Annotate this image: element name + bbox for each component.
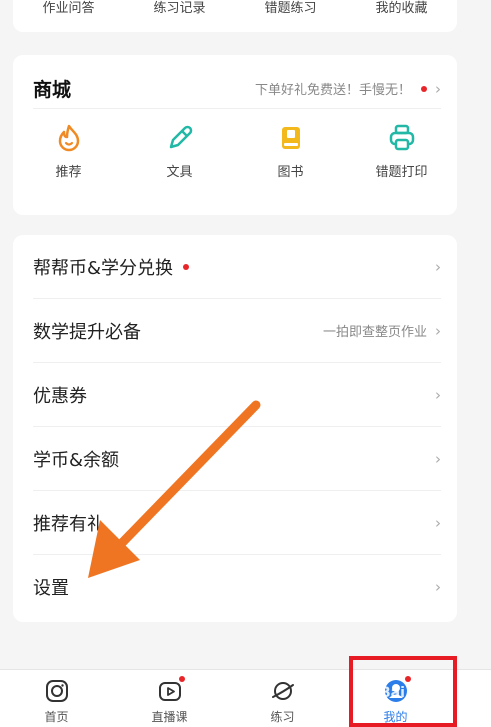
- shortcut-homework-qa[interactable]: 作业问答: [13, 0, 124, 16]
- planet-icon: [271, 682, 294, 700]
- tab-home[interactable]: 首页: [0, 670, 113, 727]
- tab-label: 我的: [383, 710, 408, 724]
- flame-icon: [58, 124, 79, 152]
- shop-item-label: 推荐: [55, 165, 82, 180]
- tab-badge: [405, 676, 411, 682]
- shop-item-label: 图书: [277, 165, 304, 180]
- tab-label: 首页: [44, 710, 69, 724]
- shortcut-practice-record[interactable]: 练习记录: [124, 0, 235, 16]
- menu-badge: [183, 263, 190, 270]
- menu-item-hint: 一拍即查整页作业: [322, 325, 427, 340]
- menu-item-label: 设置: [33, 578, 69, 599]
- chevron-right-icon: ›: [435, 449, 441, 468]
- live-video-icon: [158, 682, 181, 701]
- shop-header[interactable]: 商城 下单好礼免费送！手慢无！ ›: [33, 69, 441, 109]
- pencil-icon: [169, 125, 192, 149]
- menu-item-coupons[interactable]: 优惠券 ›: [33, 363, 441, 427]
- tab-live[interactable]: 直播课: [113, 670, 226, 727]
- bottom-tab-bar: 首页 直播课 练习 我的: [0, 669, 491, 727]
- shortcut-wrong-practice[interactable]: 错题练习: [235, 0, 346, 16]
- tab-practice[interactable]: 练习: [226, 670, 339, 727]
- shop-item-books[interactable]: 图书: [235, 123, 346, 180]
- shop-item-label: 错题打印: [375, 165, 428, 180]
- shop-item-wrong-print[interactable]: 错题打印: [346, 123, 457, 180]
- tab-mine[interactable]: 我的: [339, 670, 452, 727]
- top-shortcuts-card: 作业问答 练习记录 错题练习 我的收藏: [13, 0, 457, 32]
- menu-item-balance[interactable]: 学币&余额 ›: [33, 427, 441, 491]
- menu-item-math-improve[interactable]: 数学提升必备 一拍即查整页作业 ›: [33, 299, 441, 363]
- menu-item-referral[interactable]: 推荐有礼 ›: [33, 491, 441, 555]
- menu-card: 帮帮币&学分兑换 › 数学提升必备 一拍即查整页作业 › 优惠券 › 学币&余额 …: [13, 235, 457, 622]
- menu-item-label: 推荐有礼: [33, 513, 105, 535]
- chevron-right-icon: ›: [435, 385, 441, 404]
- shop-promo-text: 下单好礼免费送！手慢无！: [254, 83, 411, 98]
- menu-item-coin-exchange[interactable]: 帮帮币&学分兑换 ›: [33, 235, 441, 299]
- shop-card: 商城 下单好礼免费送！手慢无！ › 推荐 文具 图书 错题打印: [13, 55, 457, 215]
- shop-title: 商城: [33, 79, 72, 101]
- printer-icon: [389, 124, 414, 151]
- tab-label: 直播课: [151, 710, 188, 724]
- menu-item-label: 数学提升必备: [33, 321, 141, 343]
- chevron-right-icon: ›: [435, 513, 441, 532]
- menu-item-label: 优惠券: [33, 385, 87, 407]
- chevron-right-icon: ›: [435, 79, 441, 98]
- shop-promo[interactable]: 下单好礼免费送！手慢无！ ›: [254, 79, 441, 99]
- home-camera-icon: [45, 680, 68, 702]
- shop-item-stationery[interactable]: 文具: [124, 123, 235, 180]
- shortcut-favorites[interactable]: 我的收藏: [346, 0, 457, 16]
- profile-icon: [384, 680, 407, 702]
- chevron-right-icon: ›: [435, 578, 441, 596]
- chevron-right-icon: ›: [435, 257, 441, 276]
- chevron-right-icon: ›: [435, 321, 441, 340]
- shop-item-label: 文具: [166, 165, 193, 180]
- menu-item-label: 学币&余额: [33, 449, 120, 471]
- menu-item-settings[interactable]: 设置 ›: [33, 555, 441, 619]
- tab-label: 练习: [270, 710, 295, 724]
- menu-item-label: 帮帮币&学分兑换: [33, 257, 174, 279]
- shop-item-recommend[interactable]: 推荐: [13, 123, 124, 180]
- promo-badge: [421, 85, 427, 92]
- tab-badge: [179, 676, 185, 682]
- book-icon: [281, 127, 300, 149]
